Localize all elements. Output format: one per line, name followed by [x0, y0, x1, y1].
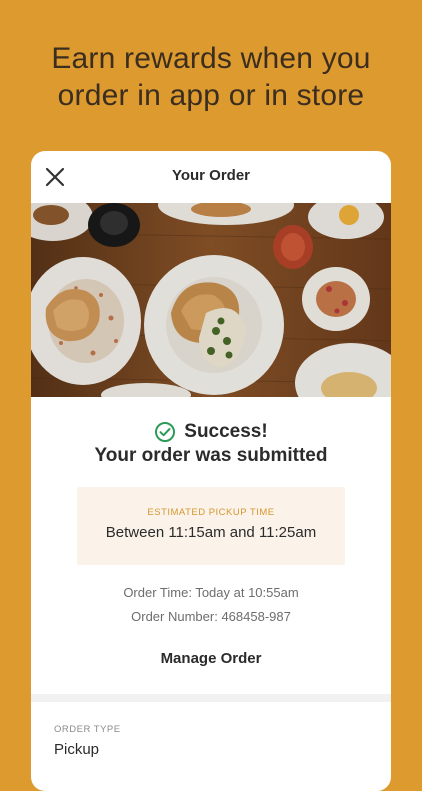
- order-type-label: ORDER TYPE: [54, 724, 121, 735]
- promo-headline: Earn rewards when you order in app or in…: [0, 40, 422, 114]
- promo-line-1: Earn rewards when you: [51, 42, 371, 75]
- order-time: Order Time: Today at 10:55am: [123, 585, 299, 600]
- page-title: Your Order: [171, 167, 251, 184]
- pickup-time-label: ESTIMATED PICKUP TIME: [147, 507, 275, 518]
- manage-order-button[interactable]: Manage Order: [153, 646, 270, 671]
- order-number: Order Number: 468458-987: [131, 609, 291, 624]
- pickup-time-value: Between 11:15am and 11:25am: [105, 524, 317, 541]
- food-hero-image: [31, 203, 391, 397]
- success-title: Success!: [184, 421, 268, 442]
- check-circle-icon: [155, 422, 176, 442]
- card-header: Your Order: [31, 151, 391, 203]
- section-divider: [31, 694, 391, 702]
- success-subtitle: Your order was submitted: [94, 445, 328, 466]
- promo-line-2: order in app or in store: [57, 79, 365, 112]
- pickup-time-box: ESTIMATED PICKUP TIME Between 11:15am an…: [77, 487, 345, 565]
- success-row: Success!: [31, 421, 391, 443]
- order-card: Your Order Success! Your order was submi…: [31, 151, 391, 791]
